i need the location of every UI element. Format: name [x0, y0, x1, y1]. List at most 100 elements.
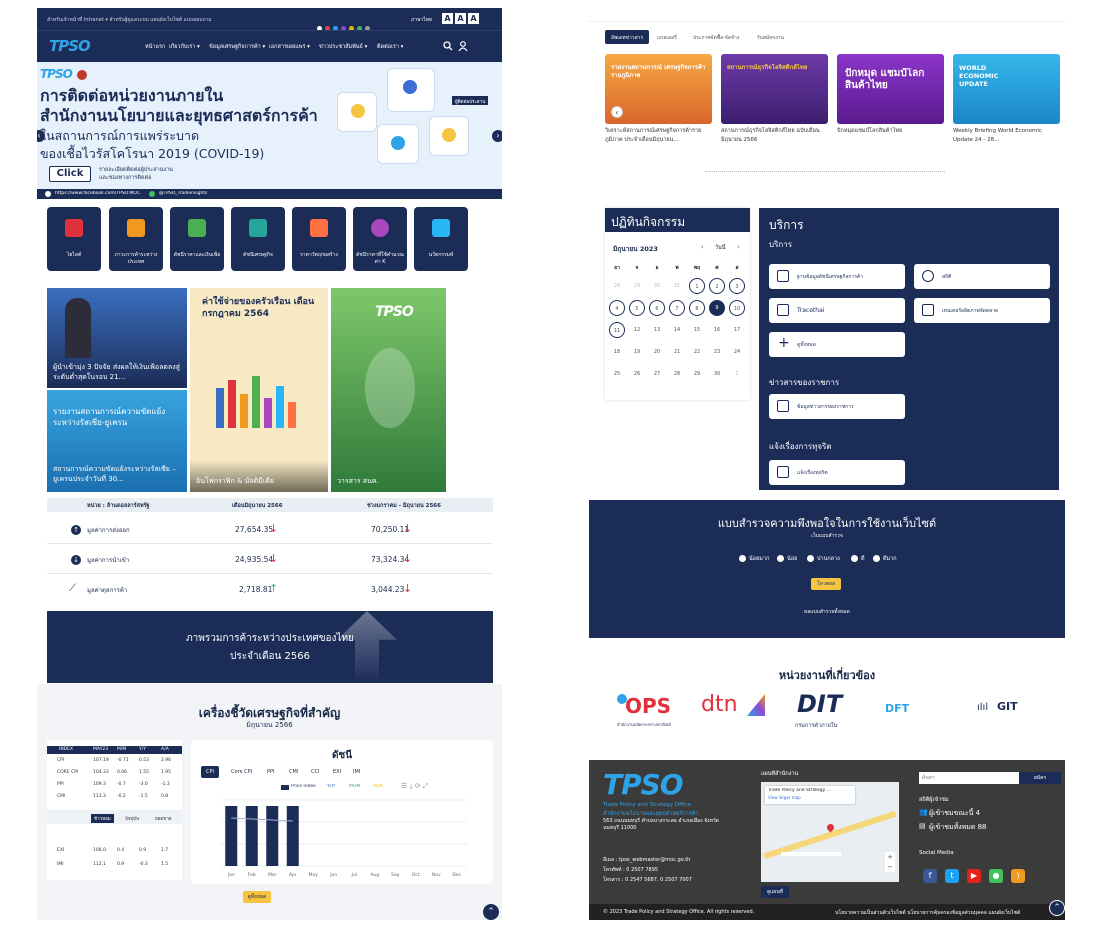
- econ-view-all-button[interactable]: ดูทั้งหมด: [243, 891, 271, 903]
- news-card[interactable]: รายงานสถานการณ์ เศรษฐกิจการค้ารายภูมิภาค…: [605, 54, 712, 154]
- partner-dtn-logo[interactable]: dtn: [701, 692, 773, 730]
- service-tracethai[interactable]: Tracethai: [769, 298, 905, 323]
- hero-banner[interactable]: TPSO การติดต่อหน่วยงานภายใน สำนักงานนโยบ…: [37, 62, 502, 199]
- partner-git-logo[interactable]: ılıl GIT: [977, 700, 1049, 720]
- calendar-day[interactable]: 13: [649, 322, 665, 338]
- calendar-day[interactable]: 29: [629, 278, 645, 294]
- calendar-day[interactable]: 26: [629, 366, 645, 382]
- cards-prev-button[interactable]: ‹: [611, 106, 623, 118]
- search-icon[interactable]: [443, 41, 453, 51]
- chart-toolbar-icons[interactable]: ☰ ⤓ ⟳ ⤢: [401, 782, 429, 791]
- scroll-top-button[interactable]: ⌃: [483, 904, 499, 920]
- index-tab-cci[interactable]: CCI: [311, 769, 319, 775]
- calendar-day[interactable]: 25: [609, 366, 625, 382]
- calendar-day[interactable]: 21: [669, 344, 685, 360]
- nav-item-contact[interactable]: ติดต่อเรา ▾: [377, 43, 403, 51]
- quicklink-construction[interactable]: ราคาวัตถุก่อสร้าง: [292, 207, 346, 271]
- calendar-day[interactable]: 9: [709, 300, 725, 316]
- survey-result-link[interactable]: ผลแบบสำรวจทั้งหมด: [589, 608, 1065, 616]
- service-econ-database[interactable]: ฐานข้อมูลดัชนีเศรษฐกิจการค้า: [769, 264, 905, 289]
- calendar-day[interactable]: 30: [649, 278, 665, 294]
- news-card[interactable]: สถานการณ์ธุรกิจโลจิสติกส์ไทย สถานการณ์ธุ…: [721, 54, 828, 154]
- calendar-day[interactable]: 23: [709, 344, 725, 360]
- calendar-day[interactable]: 20: [649, 344, 665, 360]
- youtube-icon[interactable]: ▶: [967, 869, 981, 883]
- service-report-corruption[interactable]: แจ้งเรื่องทุจริต: [769, 460, 905, 485]
- calendar-day[interactable]: 12: [629, 322, 645, 338]
- calendar-day[interactable]: 22: [689, 344, 705, 360]
- calendar-day[interactable]: 2: [709, 278, 725, 294]
- news-card-inflation[interactable]: ผู้นำเข้ามุ่ง 3 ปัจจัย ส่งผลให้เงินเฟ้อล…: [47, 288, 187, 388]
- hero-facebook-link[interactable]: https://www.facebook.com/TPSO.MOC: [55, 191, 140, 196]
- map-view-button[interactable]: ดูแผนที่: [761, 886, 789, 898]
- rss-icon[interactable]: ): [1011, 869, 1025, 883]
- search-input[interactable]: [919, 772, 1019, 784]
- calendar-day[interactable]: 10: [729, 300, 745, 316]
- quicklink-highlight[interactable]: ไฮไลต์: [47, 207, 101, 271]
- tab-updates[interactable]: อัพเดทข่าวสาร: [605, 30, 650, 44]
- calendar-day[interactable]: 11: [609, 322, 625, 338]
- footer-email[interactable]: อีเมล : tpso_webmaster@moc.go.th: [603, 856, 690, 864]
- nav-item-econ-data[interactable]: ข้อมูลเศรษฐกิจการค้า ▾: [209, 43, 265, 51]
- calendar-day[interactable]: 19: [629, 344, 645, 360]
- trade-overview-banner[interactable]: ภาพรวมการค้าระหว่างประเทศของไทย ประจำเดื…: [47, 611, 493, 683]
- partner-dit-logo[interactable]: DIT กรมการค้าภายใน: [791, 690, 863, 732]
- quicklink-innovation[interactable]: นวัตกรรมห์: [414, 207, 468, 271]
- calendar-day[interactable]: 30: [709, 366, 725, 382]
- calendar-day[interactable]: 31: [669, 278, 685, 294]
- index-tab-core-cpi[interactable]: Core CPI: [231, 769, 252, 775]
- calendar-day[interactable]: 24: [729, 344, 745, 360]
- mini-tab[interactable]: ยอดขาย: [155, 815, 172, 822]
- calendar-today-button[interactable]: วันนี้: [715, 244, 726, 252]
- calendar-day[interactable]: 15: [689, 322, 705, 338]
- news-card[interactable]: WORLD ECONOMIC UPDATE Weekly Briefing Wo…: [953, 54, 1060, 154]
- nav-item-publications[interactable]: เอกสารเผยแพร่ ▾: [269, 43, 310, 51]
- radio-option[interactable]: [777, 555, 784, 562]
- radio-option[interactable]: [807, 555, 814, 562]
- news-card-infographic[interactable]: ค่าใช้จ่ายของครัวเรือน เดือนกรกฎาคม 2564…: [190, 288, 328, 492]
- map-zoom-controls[interactable]: + −: [885, 852, 895, 872]
- nav-item-about[interactable]: เกี่ยวกับเรา ▾: [169, 43, 200, 51]
- calendar-day[interactable]: 17: [729, 322, 745, 338]
- calendar-next-icon[interactable]: ›: [737, 243, 740, 251]
- service-gov-info[interactable]: ข้อมูลข่าวสารของราชการ: [769, 394, 905, 419]
- index-tab-cpi[interactable]: CPI: [201, 766, 219, 778]
- calendar-day[interactable]: 3: [729, 278, 745, 294]
- tab-jobs[interactable]: รับสมัครงาน: [757, 34, 784, 42]
- calendar-day[interactable]: 27: [649, 366, 665, 382]
- service-view-all[interactable]: + ดูทั้งหมด: [769, 332, 905, 357]
- map-larger-link[interactable]: View larger map: [768, 795, 801, 800]
- partner-ops-logo[interactable]: OPS สำนักงานปลัดกระทรวงพาณิชย์: [617, 692, 689, 730]
- calendar-day[interactable]: 28: [609, 278, 625, 294]
- calendar-day[interactable]: 5: [629, 300, 645, 316]
- nav-item-home[interactable]: หน้าแรก: [145, 43, 165, 51]
- carousel-dots[interactable]: [705, 171, 945, 174]
- hero-line-id[interactable]: @TPSO_Tradeinsights: [159, 191, 207, 196]
- calendar-day[interactable]: 1: [729, 366, 745, 382]
- calendar-day[interactable]: 1: [689, 278, 705, 294]
- color-theme-dots[interactable]: [317, 16, 397, 31]
- calendar-day[interactable]: 16: [709, 322, 725, 338]
- calendar-day[interactable]: 8: [689, 300, 705, 316]
- calendar-day[interactable]: 14: [669, 322, 685, 338]
- partner-dft-logo[interactable]: DFT: [885, 702, 957, 722]
- nav-item-news[interactable]: ข่าวประชาสัมพันธ์ ▾: [319, 43, 367, 51]
- quicklink-trade[interactable]: ภาวะการค้าระหว่างประเทศ: [109, 207, 163, 271]
- mini-tab[interactable]: ปัจจุบัน: [125, 815, 139, 822]
- radio-option[interactable]: [739, 555, 746, 562]
- line-icon[interactable]: ●: [989, 869, 1003, 883]
- footer-policy-links[interactable]: นโยบายความเป็นส่วนตัวเว็บไซต์ นโยบายการค…: [835, 909, 1051, 917]
- twitter-icon[interactable]: t: [945, 869, 959, 883]
- radio-option[interactable]: [851, 555, 858, 562]
- tpso-logo[interactable]: TPSO: [49, 37, 91, 55]
- quicklink-econ-index[interactable]: ดัชนีเศรษฐกิจ: [231, 207, 285, 271]
- font-size-large[interactable]: A: [468, 13, 479, 24]
- calendar-day[interactable]: 18: [609, 344, 625, 360]
- hero-click-button[interactable]: Click: [49, 166, 91, 182]
- scroll-top-button[interactable]: ⌃: [1049, 900, 1065, 916]
- calendar-prev-icon[interactable]: ‹: [701, 243, 704, 251]
- quicklink-price-index[interactable]: ดัชนีราคาและเงินเฟ้อ: [170, 207, 224, 271]
- news-card[interactable]: ปักหมุด แชมป์โลก สินค้าไทย ปักหมุดแชมป์โ…: [837, 54, 944, 154]
- hero-contact-badge[interactable]: ผู้ติดต่อประสาน: [452, 96, 489, 105]
- mini-tab[interactable]: ข้าวหอม: [91, 814, 114, 823]
